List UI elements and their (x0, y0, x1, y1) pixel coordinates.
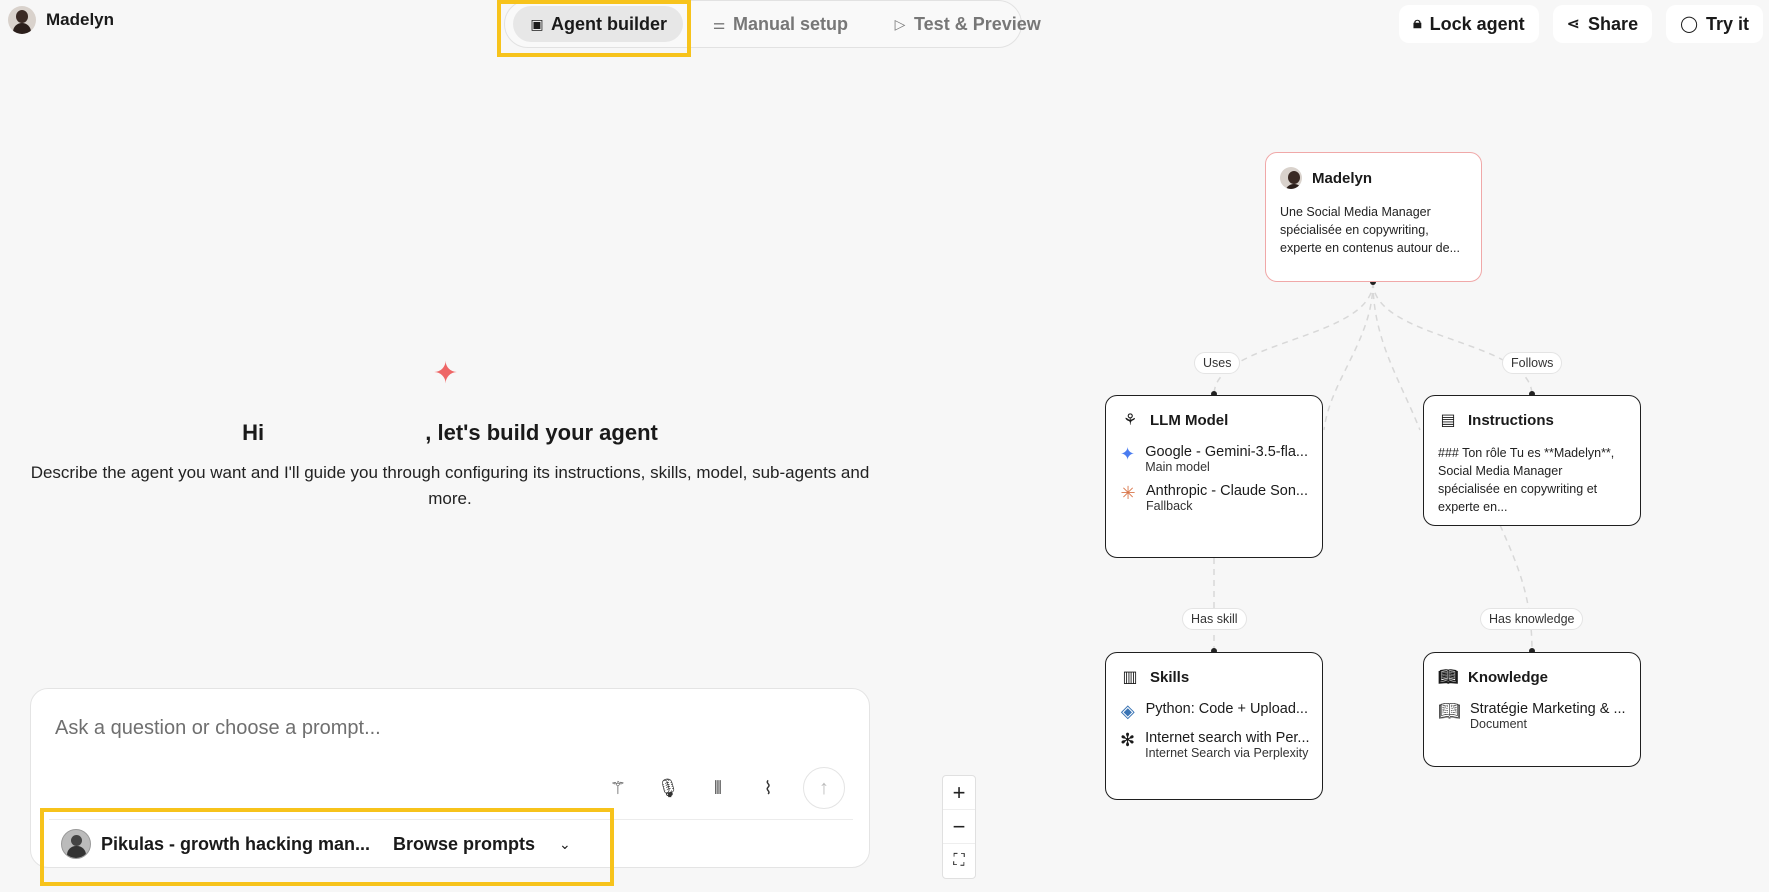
briefcase-icon: ▥ (1122, 669, 1138, 686)
edge-has-knowledge (1499, 524, 1533, 653)
agent-avatar (1280, 167, 1302, 189)
item-sub: Main model (1145, 460, 1210, 474)
python-icon: ◈ (1120, 701, 1135, 721)
edge-label-uses: Uses (1194, 352, 1241, 374)
edge-extra-left (1323, 281, 1374, 431)
list-item: ✦ Google - Gemini-3.5-fla... Main model (1120, 444, 1308, 474)
node-agent[interactable]: Madelyn Une Social Media Manager spécial… (1265, 152, 1482, 282)
node-title: LLM Model (1150, 411, 1229, 429)
list-item: ◈ Python: Code + Upload... (1120, 701, 1308, 721)
edge-extra-right (1372, 281, 1421, 431)
node-header: ⚘ LLM Model (1120, 410, 1308, 430)
item-sub: Fallback (1145, 499, 1193, 513)
item-title: Anthropic - Claude Son... (1145, 483, 1308, 499)
edge-label-follows: Follows (1502, 352, 1563, 374)
edge-label-has-knowledge: Has knowledge (1480, 608, 1584, 630)
anthropic-icon: ✳ (1120, 483, 1136, 503)
node-description: Une Social Media Manager spécialisée en … (1280, 205, 1460, 255)
item-title: Internet search with Per... (1145, 730, 1310, 746)
node-title: Knowledge (1468, 668, 1549, 686)
node-skills[interactable]: ▥ Skills ◈ Python: Code + Upload... ✻ In… (1105, 652, 1323, 800)
gemini-icon: ✦ (1120, 444, 1136, 464)
node-title: Instructions (1468, 411, 1554, 429)
book-icon: 📖︎ (1438, 669, 1459, 686)
item-sub: Document (1470, 717, 1527, 731)
edge-uses (1213, 281, 1374, 396)
item-title: Stratégie Marketing & ... (1470, 701, 1626, 717)
node-header: 📖︎ Knowledge (1438, 667, 1626, 687)
edge-label-has-skill: Has skill (1182, 608, 1247, 630)
node-description: ### Ton rôle Tu es **Madelyn**, Social M… (1438, 446, 1615, 514)
perplexity-icon: ✻ (1120, 730, 1136, 750)
list-item: ✻ Internet search with Per... Internet S… (1120, 730, 1310, 760)
node-header: ▥ Skills (1120, 667, 1308, 687)
document-icon: ▤ (1440, 412, 1456, 429)
node-title: Skills (1150, 668, 1190, 686)
list-item: 📖︎ Stratégie Marketing & ... Document (1438, 701, 1626, 731)
node-header: Madelyn (1280, 167, 1467, 189)
book-icon: 📖︎ (1438, 701, 1461, 721)
list-item: ✳ Anthropic - Claude Son... Fallback (1120, 483, 1308, 513)
item-sub: Internet Search via Perplexity (1145, 746, 1309, 760)
node-title: Madelyn (1312, 169, 1373, 187)
node-knowledge[interactable]: 📖︎ Knowledge 📖︎ Stratégie Marketing & ..… (1423, 652, 1641, 767)
node-header: ▤ Instructions (1438, 410, 1626, 430)
item-title: Google - Gemini-3.5-fla... (1145, 444, 1308, 460)
brain-icon: ⚘ (1122, 412, 1138, 429)
item-title: Python: Code + Upload... (1145, 701, 1308, 717)
node-llm-model[interactable]: ⚘ LLM Model ✦ Google - Gemini-3.5-fla...… (1105, 395, 1323, 558)
node-instructions[interactable]: ▤ Instructions ### Ton rôle Tu es **Made… (1423, 395, 1641, 526)
